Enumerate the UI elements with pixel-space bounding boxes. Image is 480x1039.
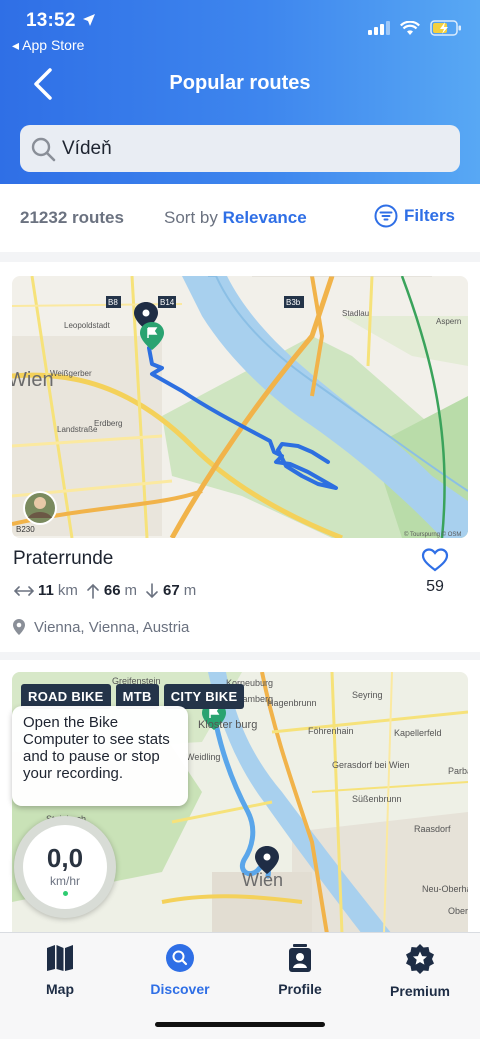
descent-icon (146, 582, 158, 598)
tab-profile[interactable]: Profile (240, 943, 360, 997)
sort-label: Sort by (164, 208, 218, 227)
map-label-kapellerfeld: Kapellerfeld (394, 728, 442, 738)
back-to-app-store[interactable]: ◂ App Store (12, 37, 84, 54)
map-credit: © Tourspurng © OSM (404, 531, 461, 538)
filters-button[interactable]: Filters (374, 204, 455, 228)
home-indicator (155, 1022, 325, 1027)
map-label-raasdorf: Raasdorf (414, 824, 451, 834)
map-label-b14: B14 (160, 298, 175, 307)
discover-icon (166, 944, 194, 972)
map-label-landstrasse: Landstraße (57, 425, 98, 434)
tab-map-label: Map (46, 981, 74, 997)
like-button[interactable]: 59 (410, 548, 460, 596)
search-input[interactable] (62, 137, 422, 160)
map-label-parba: Parba (448, 766, 468, 776)
results-count: 21232 routes (20, 208, 124, 227)
map-label-b3b: B3b (286, 298, 301, 307)
map-label-klosterneuburg: Kloster burg (198, 719, 257, 731)
ascent-icon (87, 583, 99, 599)
tab-discover-label: Discover (150, 981, 210, 997)
filter-icon (374, 204, 398, 228)
route-location: Vienna, Vienna, Austria (12, 618, 189, 636)
bike-computer-button[interactable]: 0,0 km/hr (14, 816, 116, 918)
sort-value[interactable]: Relevance (223, 208, 307, 227)
map-label-wien: Wien (12, 369, 54, 391)
descent-unit: m (183, 582, 197, 599)
page-title: Popular routes (169, 72, 311, 94)
route-card[interactable]: B8 B14 B3b Wien Leopoldstadt Weißgerber … (0, 262, 480, 652)
location-pin-icon (13, 619, 25, 635)
avatar[interactable] (23, 491, 57, 525)
map-label-b8: B8 (108, 298, 118, 307)
wifi-icon (400, 20, 420, 35)
route-map-image: B8 B14 B3b Wien Leopoldstadt Weißgerber … (12, 276, 468, 538)
map-label-seyring: Seyring (352, 690, 383, 700)
header: 13:52 ◂ App Store Popular routes (0, 0, 480, 184)
descent-value: 67 (163, 582, 180, 599)
search-icon (31, 137, 56, 161)
like-count: 59 (426, 578, 444, 595)
heart-icon (421, 548, 449, 572)
gps-status-dot (62, 891, 68, 896)
profile-icon (289, 944, 311, 972)
map-label-wien: Wien (242, 870, 283, 890)
speed-unit: km/hr (50, 874, 80, 888)
tab-discover[interactable]: Discover (120, 943, 240, 997)
map-label-gerasdorf: Gerasdorf bei Wien (332, 760, 410, 770)
map-label-weidling: Weidling (186, 752, 220, 762)
route-map[interactable]: B8 B14 B3b Wien Leopoldstadt Weißgerber … (12, 276, 468, 538)
map-label-fohrenhain: Föhrenhain (308, 726, 354, 736)
map-label-neuoberhau: Neu-Oberhau (422, 884, 468, 894)
speed-value: 0,0 (46, 843, 84, 873)
distance-value: 11 (38, 582, 54, 599)
sort-control[interactable]: Sort by Relevance (164, 208, 307, 228)
map-icon (47, 945, 73, 971)
distance-icon (14, 585, 34, 596)
tab-map[interactable]: Map (0, 943, 120, 997)
battery-icon (430, 20, 461, 36)
filters-label: Filters (404, 206, 456, 225)
ascent-unit: m (124, 582, 138, 599)
search-bar[interactable] (20, 125, 460, 172)
tab-premium[interactable]: Premium (360, 943, 480, 999)
tab-premium-label: Premium (390, 983, 450, 999)
results-toolbar: 21232 routes Sort by Relevance Filters (0, 184, 480, 252)
location-arrow-icon (83, 14, 95, 26)
speed-display: 0,0 km/hr (23, 825, 107, 909)
map-label-aspern: Aspern (436, 317, 461, 326)
signal-icon (368, 21, 390, 35)
route-name[interactable]: Praterrunde (13, 548, 113, 570)
map-label-leopoldstadt: Leopoldstadt (64, 321, 111, 330)
map-label-hagenbrunn: Hagenbrunn (267, 698, 317, 708)
premium-star-icon (406, 944, 434, 974)
status-time: 13:52 (26, 10, 76, 31)
map-label-sussenbrunn: Süßenbrunn (352, 794, 402, 804)
map-label-weissgerber: Weißgerber (50, 369, 92, 378)
tab-profile-label: Profile (278, 981, 322, 997)
bike-computer-tooltip[interactable]: Open the Bike Computer to see stats and … (12, 706, 188, 806)
map-label-stadlau: Stadlau (342, 309, 369, 318)
ascent-value: 66 (103, 582, 121, 599)
map-label-oberhau: Oberhau (448, 906, 468, 916)
location-text: Vienna, Vienna, Austria (34, 618, 190, 636)
route-stats: 11 km 66 m 67 m (14, 582, 200, 599)
status-icons (368, 20, 462, 36)
map-label-b230: B230 (16, 525, 35, 534)
distance-unit: km (57, 582, 78, 599)
map-label-erdberg: Erdberg (94, 419, 122, 428)
